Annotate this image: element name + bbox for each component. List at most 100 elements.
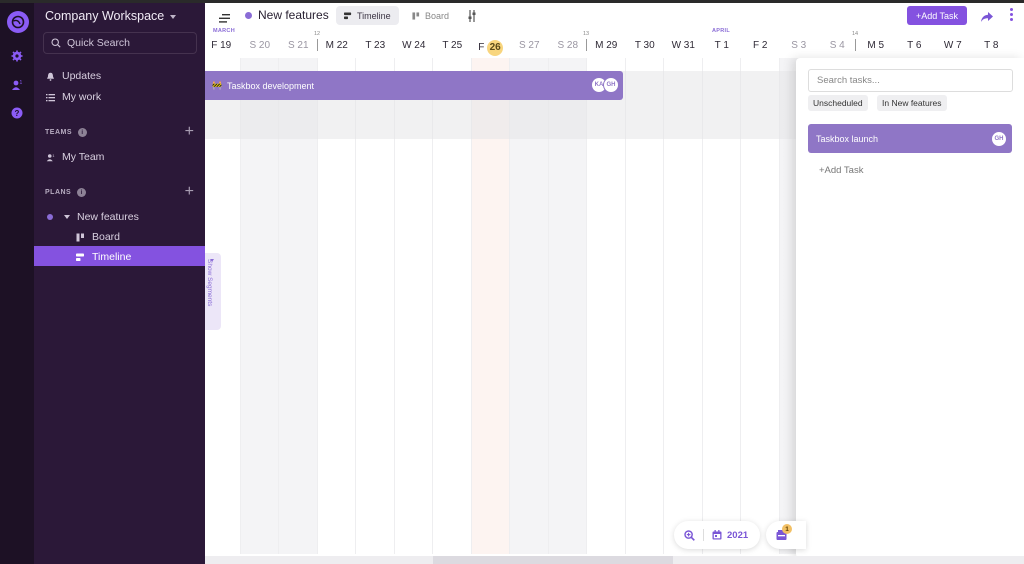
sidebar-item-label: Updates	[62, 70, 102, 82]
filter-chip-unscheduled[interactable]: Unscheduled	[808, 95, 868, 111]
day-label: S 21	[287, 40, 309, 51]
day-label: F 26	[472, 40, 511, 56]
task-bar-taskbox-development[interactable]: 🚧 Taskbox development KA GH	[205, 71, 623, 100]
caret-down-icon	[210, 259, 214, 262]
board-icon	[412, 11, 420, 20]
sidebar-plan-new-features[interactable]: New features	[47, 211, 139, 223]
more-options-icon[interactable]	[1010, 8, 1013, 21]
users-icon[interactable]: 1	[9, 77, 25, 93]
day-label: S 20	[249, 40, 271, 51]
settings-gear-icon[interactable]	[9, 48, 25, 64]
plan-title-text: New features	[258, 8, 329, 22]
svg-text:?: ?	[15, 109, 20, 118]
unscheduled-count-badge: 1	[782, 524, 792, 534]
day-label: T 25	[442, 40, 463, 51]
day-label: T 30	[634, 40, 655, 51]
plan-color-dot	[245, 11, 252, 19]
tab-timeline[interactable]: Timeline	[336, 6, 399, 25]
panel-task-taskbox-launch[interactable]: Taskbox launch GH	[808, 124, 1012, 153]
day-label: S 3	[791, 40, 807, 51]
sidebar-item-label: My Team	[62, 151, 105, 163]
plan-color-dot	[47, 214, 53, 220]
day-label: T 23	[365, 40, 386, 51]
add-plan-button[interactable]: +	[185, 184, 194, 200]
sidebar-item-updates[interactable]: Updates	[46, 70, 101, 82]
plans-header-label: PLANS	[45, 189, 72, 196]
filter-chip-in-plan[interactable]: In New features	[877, 95, 947, 111]
main-header: New features Timeline Board +Add Task	[205, 3, 1024, 28]
sidebar-item-board[interactable]: Board	[76, 231, 120, 243]
team-icon: 1	[46, 153, 54, 161]
tab-board[interactable]: Board	[404, 6, 457, 25]
teams-header-label: TEAMS	[45, 129, 72, 136]
sidebar-item-label: Timeline	[92, 251, 132, 263]
day-label: M 5	[867, 40, 885, 51]
day-label: T 1	[714, 40, 729, 51]
day-label: S 28	[557, 40, 579, 51]
plan-title: New features	[245, 8, 329, 22]
unscheduled-tasks-panel: Search tasks... Unscheduled In New featu…	[796, 58, 1024, 558]
collapse-sidebar-icon[interactable]	[219, 10, 230, 28]
workspace-title: Company Workspace	[45, 9, 165, 23]
avatar[interactable]: GH	[991, 131, 1007, 147]
day-label: W 31	[671, 40, 695, 51]
plans-section-header: PLANS i	[45, 188, 87, 197]
day-label: F	[1011, 40, 1024, 51]
today-marker: 26	[487, 40, 504, 56]
week-number: 13	[583, 31, 590, 37]
add-task-label: +Add Task	[915, 10, 959, 21]
quick-search-input[interactable]: Quick Search	[43, 32, 197, 54]
task-title: Taskbox launch	[816, 133, 879, 144]
timeline-icon	[76, 253, 84, 261]
info-icon[interactable]: i	[77, 188, 87, 197]
task-title: Taskbox development	[226, 80, 315, 91]
chevron-down-icon[interactable]	[64, 215, 70, 219]
year-picker[interactable]: 2021	[712, 530, 748, 541]
calendar-icon	[712, 530, 722, 540]
search-tasks-input[interactable]: Search tasks...	[808, 69, 1013, 92]
help-icon[interactable]: ?	[9, 105, 25, 121]
add-task-button[interactable]: +Add Task	[907, 6, 967, 25]
info-icon[interactable]: i	[78, 128, 87, 137]
construction-icon: 🚧	[212, 81, 222, 90]
avatar[interactable]: GH	[603, 77, 619, 93]
workspace-switcher[interactable]: Company Workspace	[45, 9, 177, 23]
day-label: W 24	[402, 40, 426, 51]
horizontal-scrollbar[interactable]	[205, 556, 1024, 564]
filter-settings-icon[interactable]	[467, 9, 477, 27]
show-segments-toggle[interactable]: Show Segments	[205, 253, 221, 330]
teams-section-header: TEAMS i	[45, 128, 87, 137]
tab-label: Timeline	[357, 10, 391, 21]
sidebar-item-my-work[interactable]: My work	[46, 91, 101, 103]
sidebar-item-label: Board	[92, 231, 121, 243]
task-assignees: KA GH	[591, 77, 619, 93]
sidebar-item-timeline-content: Timeline	[76, 251, 131, 263]
board-icon	[76, 233, 84, 241]
svg-text:1: 1	[20, 80, 23, 86]
unscheduled-tray-button[interactable]: 1	[766, 521, 806, 549]
timeline-date-header: MARCH APRIL 12 13 14 F 19 S 20 S 21 M 22 T 2…	[205, 28, 1024, 58]
zoom-in-icon[interactable]	[684, 529, 695, 541]
icon-rail: 1 ?	[0, 3, 34, 564]
scrollbar-thumb[interactable]	[433, 556, 673, 564]
search-placeholder: Search tasks...	[817, 75, 880, 86]
sidebar-item-my-team[interactable]: 1 My Team	[46, 151, 104, 163]
day-label: F 2	[753, 40, 768, 51]
day-letter: F	[478, 42, 485, 53]
timeline-icon	[344, 11, 352, 19]
svg-text:1: 1	[52, 153, 54, 157]
chip-label: In New features	[882, 98, 942, 108]
panel-add-task-button[interactable]: +Add Task	[819, 165, 863, 176]
add-task-label: +Add Task	[819, 165, 864, 176]
app-logo-icon[interactable]	[7, 11, 29, 33]
tab-label: Board	[425, 10, 450, 21]
year-label: 2021	[727, 529, 749, 541]
sidebar-item-timeline[interactable]: Timeline	[34, 246, 205, 266]
add-team-button[interactable]: +	[185, 124, 194, 140]
day-label: F 19	[211, 40, 232, 51]
month-label: APRIL	[712, 28, 730, 34]
day-label: W 7	[943, 40, 962, 51]
day-label: M 29	[595, 40, 618, 51]
day-label: S 4	[829, 40, 845, 51]
share-icon[interactable]	[981, 9, 993, 27]
